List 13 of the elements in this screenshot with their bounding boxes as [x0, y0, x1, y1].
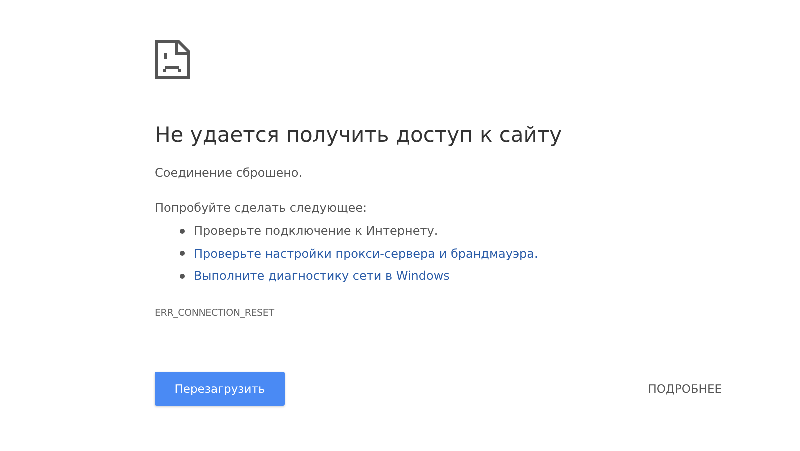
suggestion-text: Проверьте подключение к Интернету.: [194, 224, 438, 238]
suggestion-link[interactable]: Выполните диагностику сети в Windows: [194, 269, 450, 284]
suggestion-link[interactable]: Проверьте настройки прокси-сервера и брандмауэра.: [194, 246, 538, 261]
reload-button[interactable]: Перезагрузить: [155, 372, 285, 406]
error-message: Соединение сброшено.: [155, 165, 304, 181]
suggestions-intro: Попробуйте сделать следующее:: [155, 200, 368, 216]
error-heading: Не удается получить доступ к сайту: [155, 122, 564, 148]
error-code: ERR_CONNECTION_RESET: [155, 308, 276, 318]
bullet-icon: [180, 251, 185, 256]
sad-page-icon: [155, 40, 191, 80]
details-button[interactable]: ПОДРОБНЕЕ: [648, 378, 722, 400]
bullet-icon: [180, 274, 185, 279]
bullet-icon: [180, 228, 185, 234]
